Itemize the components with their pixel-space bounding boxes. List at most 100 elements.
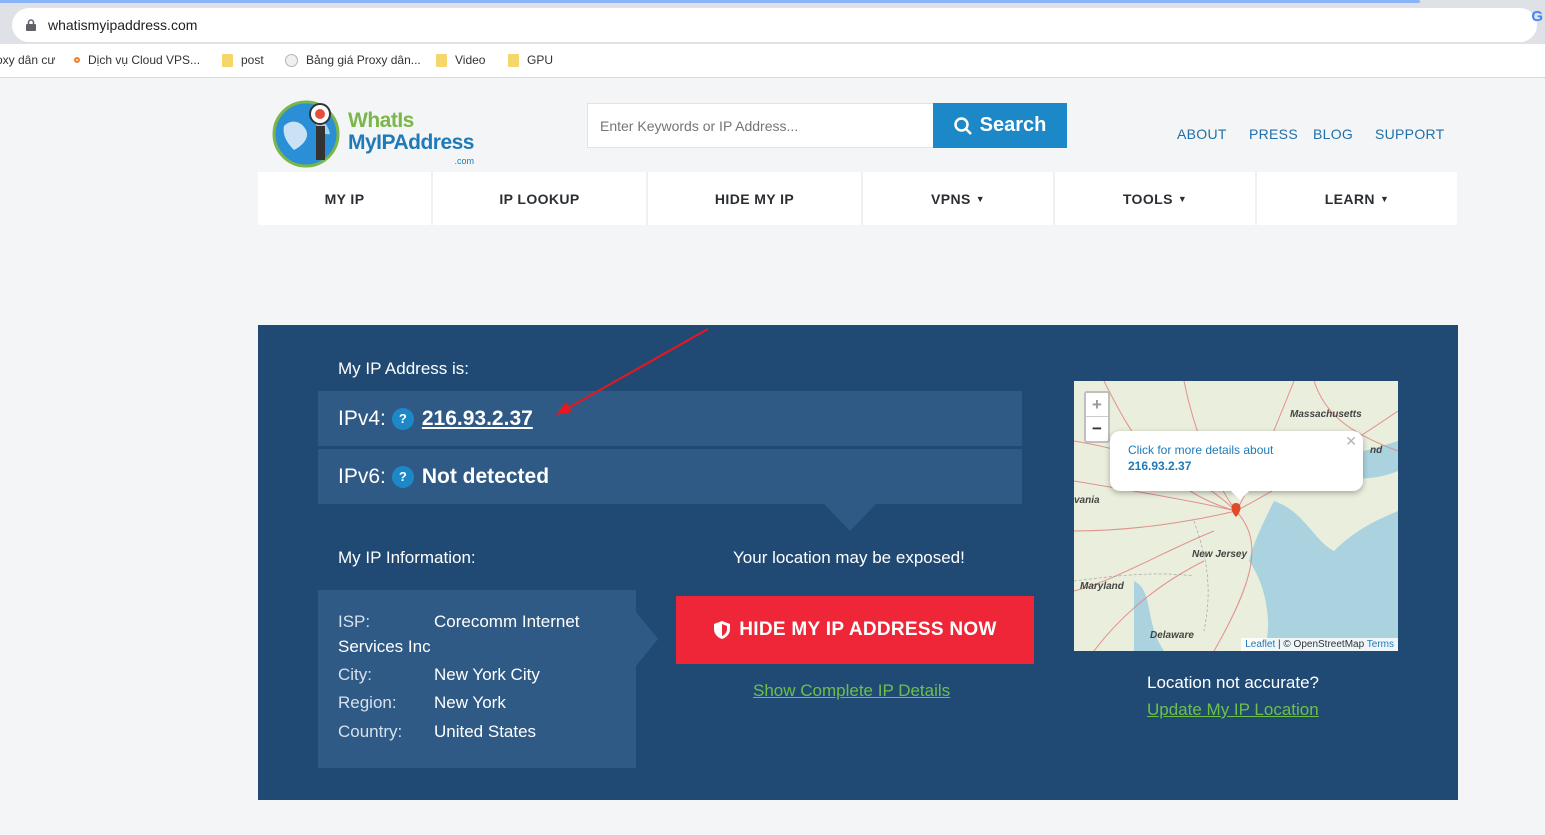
show-ip-details-link[interactable]: Show Complete IP Details xyxy=(753,681,950,701)
ipv4-label: IPv4: xyxy=(338,406,386,430)
nav-label: IP LOOKUP xyxy=(499,190,580,207)
caret-down-icon: ▼ xyxy=(975,193,986,204)
help-icon[interactable]: ? xyxy=(391,407,414,430)
info-heading: My IP Information: xyxy=(338,548,476,567)
map-tiles xyxy=(1074,381,1398,651)
about-link[interactable]: ABOUT xyxy=(1177,126,1227,142)
bookmark-label: oxy dân cư xyxy=(0,53,56,67)
bookmark-label: Video xyxy=(455,53,486,67)
popup-text: Click for more details about xyxy=(1128,443,1274,457)
nav-vpns[interactable]: VPNS ▼ xyxy=(863,172,1055,225)
country-key: Country: xyxy=(338,722,403,741)
globe-icon xyxy=(272,100,340,168)
map-label-new-jersey: New Jersey xyxy=(1192,549,1248,560)
exposed-warning: Your location may be exposed! xyxy=(733,548,965,567)
blog-link[interactable]: BLOG xyxy=(1313,126,1353,142)
nav-tools[interactable]: TOOLS ▼ xyxy=(1055,172,1257,225)
bookmarks-bar: oxy dân cư Dịch vụ Cloud VPS... post Bản… xyxy=(0,44,1545,78)
close-icon[interactable]: ✕ xyxy=(1345,433,1357,450)
region-value: New York xyxy=(434,693,506,712)
ipv6-row: IPv6: ? Not detected xyxy=(318,449,1022,504)
city-value: New York City xyxy=(434,665,540,684)
update-location-link[interactable]: Update My IP Location xyxy=(1147,700,1319,720)
site-logo[interactable]: WhatIs MyIPAddress .com xyxy=(272,96,487,168)
site-icon xyxy=(285,53,298,67)
folder-icon xyxy=(436,53,447,67)
logo-text: WhatIs MyIPAddress .com xyxy=(348,109,475,167)
google-icon[interactable]: G xyxy=(1531,8,1543,25)
caret-down-icon: ▼ xyxy=(1177,193,1188,204)
caret-down-icon: ▼ xyxy=(1379,193,1390,204)
bookmark-proxy-price[interactable]: Bảng giá Proxy dân... xyxy=(285,53,421,67)
nav-my-ip[interactable]: MY IP xyxy=(258,172,433,225)
logo-line-1: WhatIs xyxy=(348,109,414,132)
map-label-delaware: Delaware xyxy=(1150,630,1194,641)
nav-label: MY IP xyxy=(324,190,365,207)
search-button[interactable]: Search xyxy=(933,103,1067,148)
bookmark-label: Bảng giá Proxy dân... xyxy=(306,53,421,67)
city-key: City: xyxy=(338,665,372,684)
isp-value: Corecomm Internet xyxy=(434,612,580,631)
location-map[interactable]: Massachusetts nd vania New Jersey Maryla… xyxy=(1074,381,1398,651)
search-input[interactable] xyxy=(587,103,933,148)
zoom-out-button[interactable]: − xyxy=(1086,417,1108,441)
ipv6-value: Not detected xyxy=(421,464,550,488)
shield-icon xyxy=(714,621,731,639)
nav-label: LEARN xyxy=(1324,190,1375,207)
country-value: United States xyxy=(434,722,537,741)
url-field[interactable]: whatismyipaddress.com xyxy=(12,8,1537,42)
url-text: whatismyipaddress.com xyxy=(48,17,198,33)
browser-address-bar: whatismyipaddress.com G xyxy=(0,0,1545,44)
support-link[interactable]: SUPPORT xyxy=(1375,126,1445,142)
nav-ip-lookup[interactable]: IP LOOKUP xyxy=(433,172,648,225)
bookmark-proxy[interactable]: oxy dân cư xyxy=(0,53,55,67)
map-attribution: Leaflet | © OpenStreetMap Terms xyxy=(1241,638,1398,651)
folder-icon xyxy=(508,53,519,67)
search-icon xyxy=(953,116,972,135)
bookmark-label: post xyxy=(241,53,264,67)
hide-my-ip-button[interactable]: HIDE MY IP ADDRESS NOW xyxy=(676,596,1034,664)
map-label-nd: nd xyxy=(1370,445,1383,456)
page-load-progress xyxy=(0,0,1420,3)
map-popup[interactable]: Click for more details about 216.93.2.37… xyxy=(1110,431,1363,491)
ip-panel: My IP Address is: IPv4: ? 216.93.2.37 IP… xyxy=(258,325,1458,800)
popup-tip xyxy=(1230,490,1250,500)
isp-value-cont: Services Inc xyxy=(338,637,431,656)
ipv4-row: IPv4: ? 216.93.2.37 xyxy=(318,391,1022,446)
bookmark-cloud-vps[interactable]: Dịch vụ Cloud VPS... xyxy=(74,53,200,67)
ip-heading: My IP Address is: xyxy=(338,359,470,378)
nav-learn[interactable]: LEARN ▼ xyxy=(1257,172,1457,225)
nav-label: TOOLS xyxy=(1122,190,1173,207)
main-nav: MY IP IP LOOKUP HIDE MY IP VPNS ▼ TOOLS ▼ … xyxy=(258,172,1457,225)
leaflet-link[interactable]: Leaflet xyxy=(1245,639,1275,650)
pointer-arrow xyxy=(823,503,877,531)
ip-info-box: ISP: Corecomm Internet Services Inc City… xyxy=(318,590,636,768)
map-label-maryland: Maryland xyxy=(1080,581,1124,592)
hide-button-label: HIDE MY IP ADDRESS NOW xyxy=(739,619,997,640)
terms-link[interactable]: Terms xyxy=(1367,639,1394,650)
ipv6-label: IPv6: xyxy=(338,464,386,488)
lock-icon xyxy=(26,19,36,31)
pointer-arrow xyxy=(636,612,658,666)
bookmark-gpu[interactable]: GPU xyxy=(508,53,553,67)
bookmark-label: Dịch vụ Cloud VPS... xyxy=(88,53,201,67)
bookmark-post[interactable]: post xyxy=(222,53,264,67)
nav-label: HIDE MY IP xyxy=(714,190,795,207)
location-question: Location not accurate? xyxy=(1147,673,1320,692)
press-link[interactable]: PRESS xyxy=(1249,126,1298,142)
isp-key: ISP: xyxy=(338,612,371,631)
logo-line-3: .com xyxy=(454,156,474,166)
bookmark-video[interactable]: Video xyxy=(436,53,485,67)
map-label-massachusetts: Massachusetts xyxy=(1290,409,1362,420)
region-key: Region: xyxy=(338,693,397,712)
zoom-in-button[interactable]: + xyxy=(1086,393,1108,417)
nav-hide-my-ip[interactable]: HIDE MY IP xyxy=(648,172,863,225)
ipv4-value[interactable]: 216.93.2.37 xyxy=(422,407,533,431)
help-icon[interactable]: ? xyxy=(391,465,414,488)
osm-credit: | © OpenStreetMap xyxy=(1278,639,1365,650)
search-button-label: Search xyxy=(979,114,1047,136)
nav-label: VPNS xyxy=(930,190,971,207)
bookmark-label: GPU xyxy=(527,53,554,67)
popup-ip: 216.93.2.37 xyxy=(1128,459,1192,473)
map-zoom-control: + − xyxy=(1084,391,1110,443)
